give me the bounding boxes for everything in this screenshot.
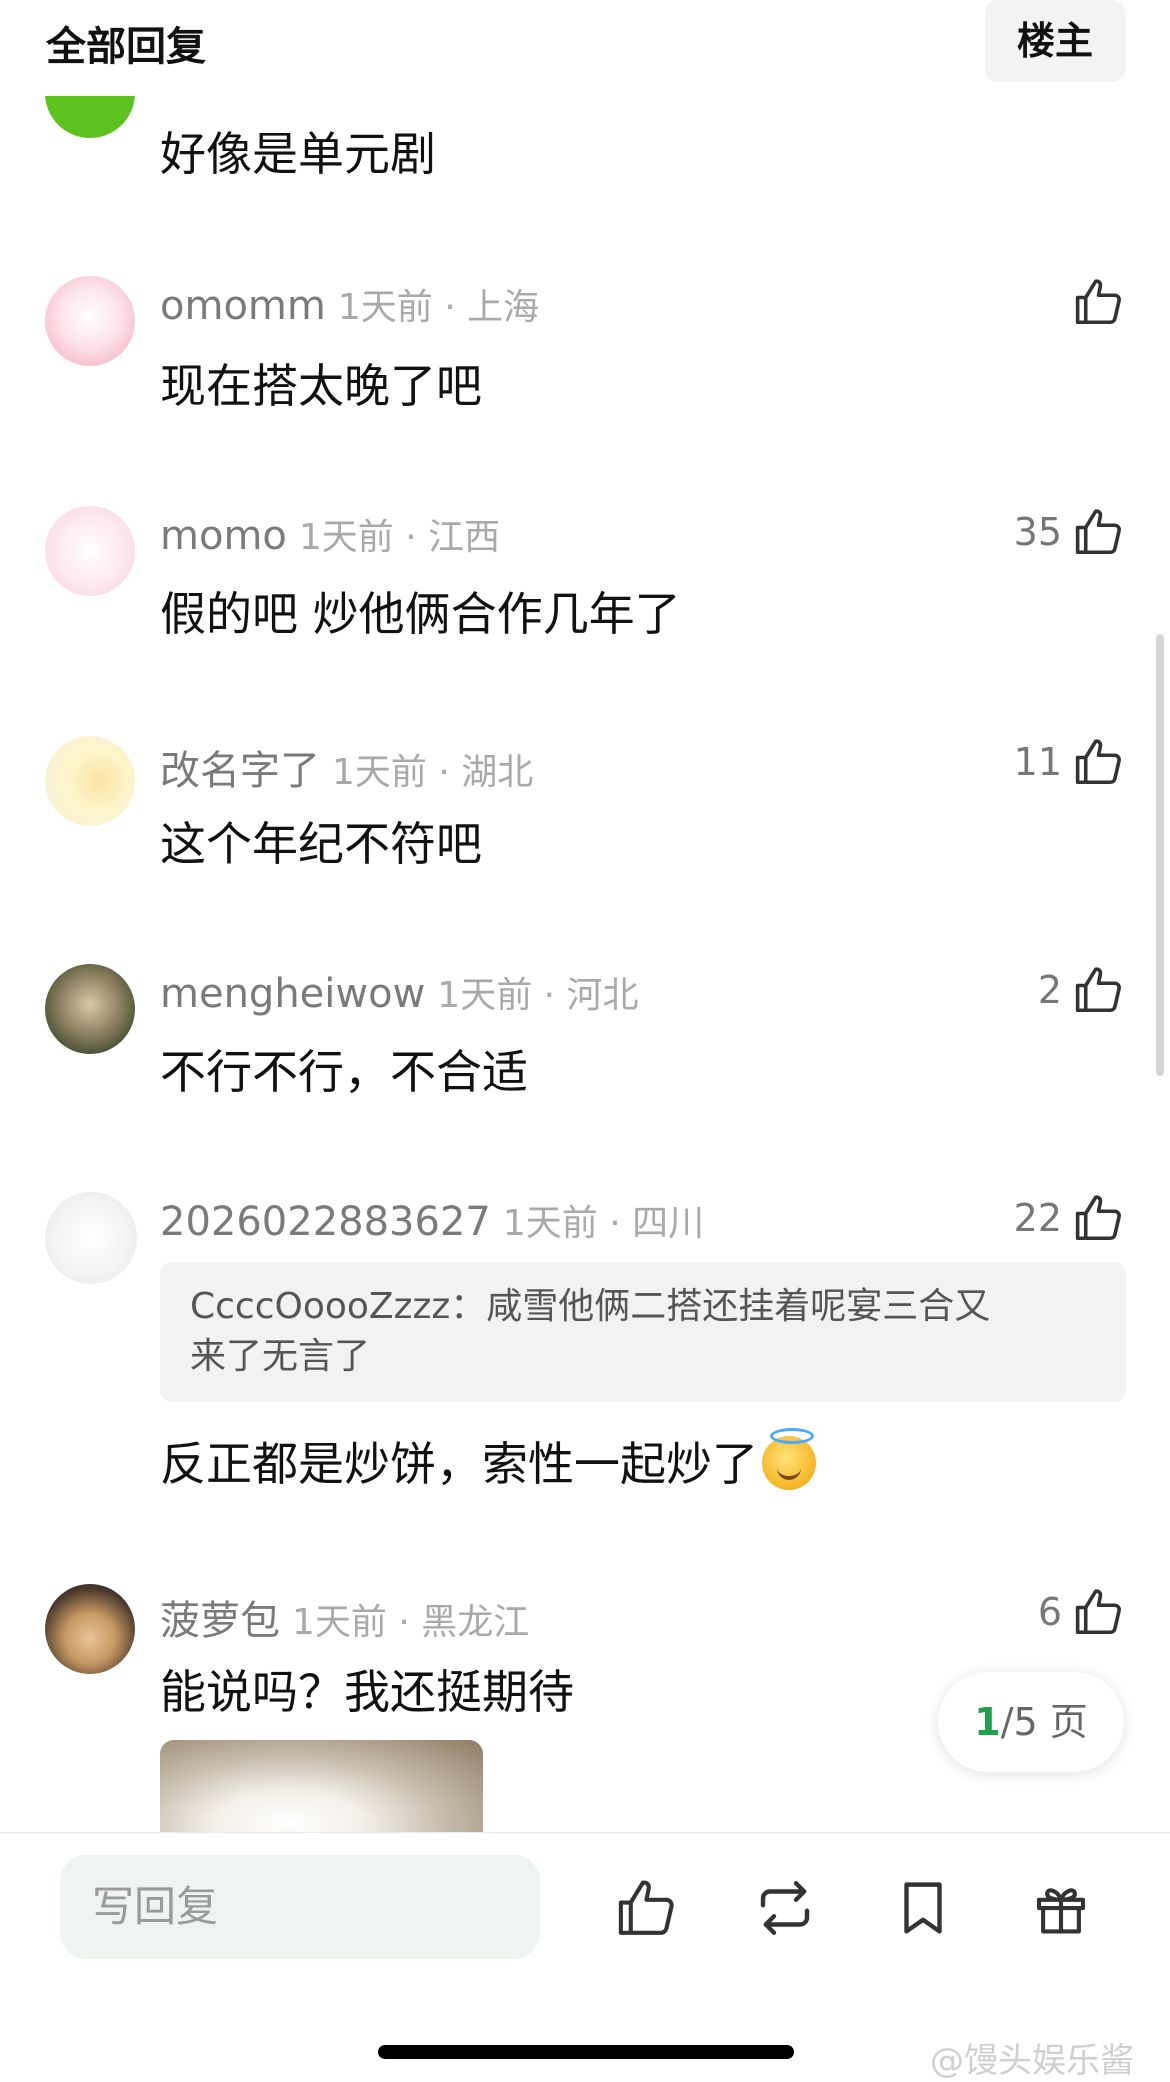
like-count: 22: [1013, 1196, 1062, 1240]
comment-text: 不行不行，不合适: [160, 1045, 528, 1099]
comment-time-location: 1天前 · 江西: [298, 517, 501, 558]
thumbs-up-icon: [1075, 967, 1121, 1013]
like-button[interactable]: 22: [1014, 1190, 1126, 1246]
like-count: 35: [1013, 510, 1062, 554]
avatar[interactable]: [45, 1192, 137, 1284]
comment-time-location: 1天前 · 四川: [502, 1203, 705, 1244]
comment-time-location: 1天前 · 黑龙江: [292, 1602, 530, 1643]
like-button[interactable]: [1062, 274, 1126, 330]
comment-list: 好像是单元剧 omomm 1天前 · 上海 现在搭太晚了吧 momo 1天前 · 江…: [0, 0, 1170, 1832]
comment-text: 现在搭太晚了吧: [160, 359, 482, 413]
comment-text: 假的吧 炒他俩合作几年了: [160, 587, 681, 641]
watermark: @馒头娱乐酱: [930, 2041, 1134, 2081]
thumbs-up-icon: [1075, 1195, 1121, 1241]
like-count: 2: [1037, 968, 1062, 1012]
comment-text: 好像是单元剧: [160, 127, 436, 181]
like-button[interactable]: 6: [1038, 1584, 1126, 1640]
thumbs-up-icon: [1075, 279, 1121, 325]
bottom-action-bar: 写回复 @馒头娱乐酱: [0, 1832, 1170, 2081]
comment-time-location: 1天前 · 上海: [337, 287, 540, 328]
like-button[interactable]: 11: [1014, 734, 1126, 790]
username[interactable]: 2026022883627: [160, 1199, 491, 1245]
reply-input[interactable]: 写回复: [60, 1855, 540, 1959]
avatar[interactable]: [45, 736, 135, 826]
comment-time-location: 1天前 · 河北: [437, 975, 639, 1016]
comment-image[interactable]: [160, 1740, 483, 1832]
like-count: 6: [1037, 1590, 1062, 1634]
username[interactable]: 改名字了: [160, 748, 320, 794]
comment-time-location: 1天前 · 湖北: [332, 752, 534, 793]
comment-text-content: 反正都是炒饼，索性一起炒了: [160, 1437, 758, 1491]
home-indicator[interactable]: [378, 2045, 794, 2059]
thumbs-up-icon: [1075, 1589, 1121, 1635]
thumbs-up-icon: [1075, 509, 1121, 555]
username[interactable]: momo: [160, 513, 287, 559]
username[interactable]: mengheiwow: [160, 971, 425, 1017]
angel-emoji-icon: [762, 1428, 816, 1490]
current-page: 1: [974, 1700, 1001, 1744]
avatar[interactable]: [45, 1584, 135, 1674]
like-button[interactable]: 2: [1038, 962, 1126, 1018]
comment-text: 反正都是炒饼，索性一起炒了: [160, 1428, 816, 1494]
bookmark-icon[interactable]: [890, 1875, 956, 1941]
repost-icon[interactable]: [752, 1875, 818, 1941]
quoted-reply[interactable]: CcccOoooZzzz：咸雪他俩二搭还挂着呢宴三合又 来了无言了: [160, 1262, 1126, 1402]
like-button[interactable]: 35: [1014, 504, 1126, 560]
quote-line: CcccOoooZzzz：咸雪他俩二搭还挂着呢宴三合又: [190, 1286, 991, 1327]
gift-icon[interactable]: [1028, 1875, 1094, 1941]
page-indicator[interactable]: 1/5 页: [938, 1672, 1124, 1772]
avatar[interactable]: [45, 964, 135, 1054]
comment-text: 能说吗？我还挺期待: [160, 1665, 574, 1719]
op-filter-button[interactable]: 楼主: [985, 0, 1125, 82]
avatar[interactable]: [45, 276, 135, 366]
page-title: 全部回复: [46, 24, 206, 70]
thumbs-up-icon[interactable]: [614, 1875, 680, 1941]
comment-text: 这个年纪不符吧: [160, 817, 482, 871]
username[interactable]: omomm: [160, 283, 326, 329]
total-pages: /5 页: [1000, 1700, 1088, 1744]
scrollbar[interactable]: [1156, 634, 1164, 1076]
username[interactable]: 菠萝包: [160, 1598, 280, 1644]
like-count: 11: [1013, 740, 1062, 784]
header: 全部回复 楼主: [0, 0, 1170, 96]
avatar[interactable]: [45, 506, 135, 596]
thumbs-up-icon: [1075, 739, 1121, 785]
quote-line: 来了无言了: [190, 1336, 371, 1377]
